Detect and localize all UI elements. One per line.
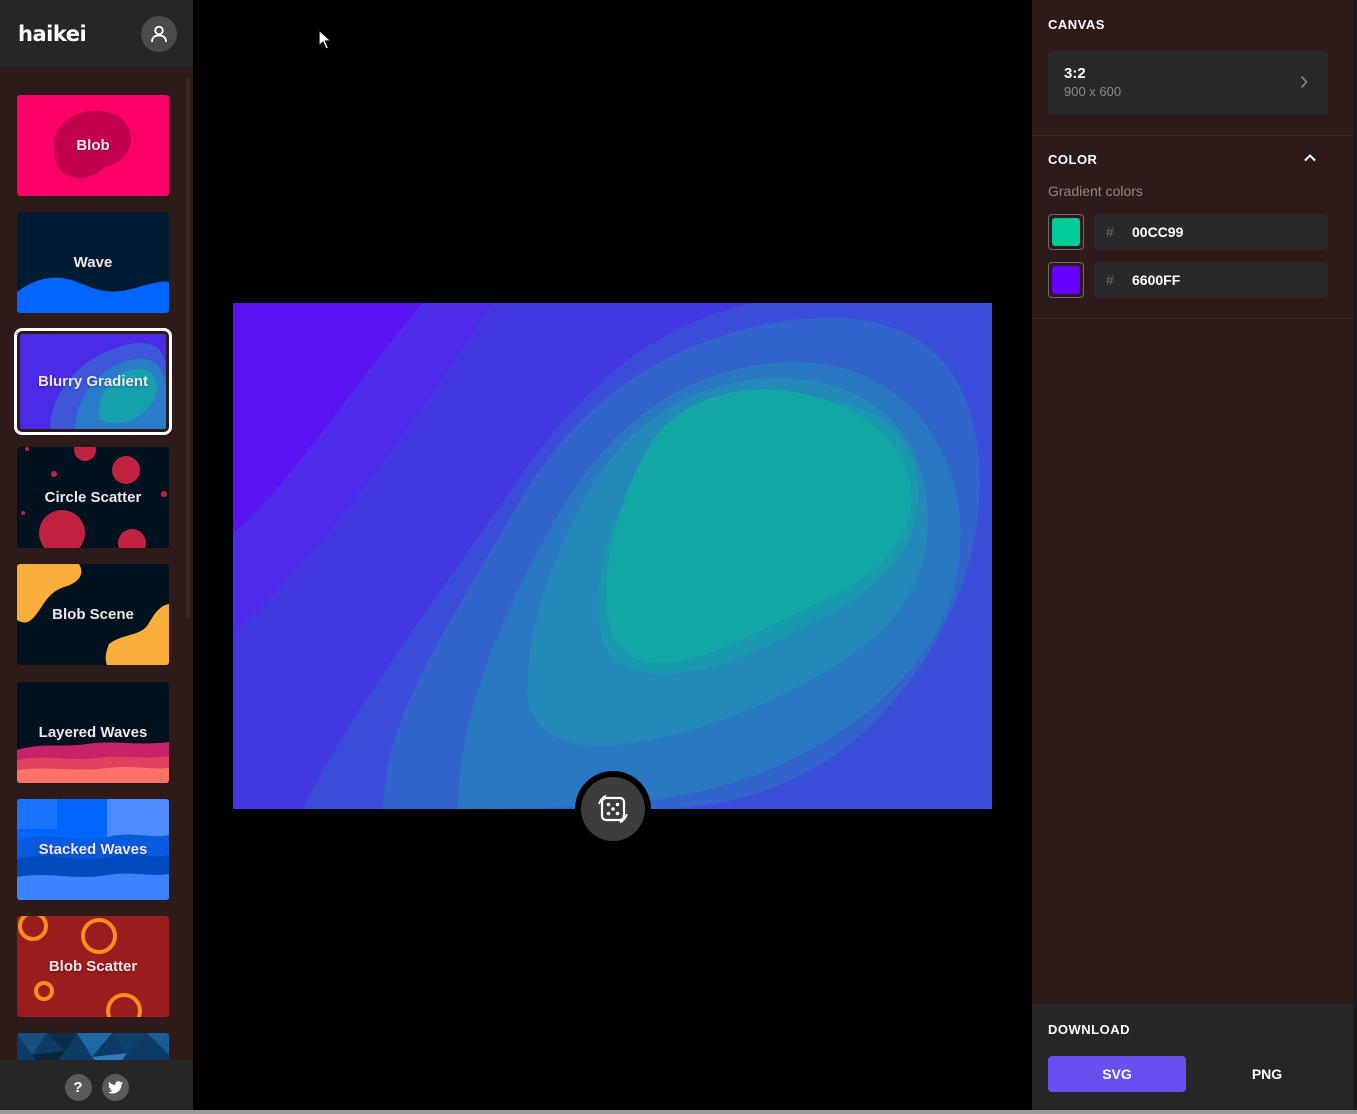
generator-card-label: Blob Scatter bbox=[48, 958, 138, 975]
sidebar-header: haikei bbox=[0, 0, 193, 67]
mouse-cursor-icon bbox=[318, 29, 332, 50]
canvas-section-title: CANVAS bbox=[1048, 17, 1105, 32]
download-section: DOWNLOAD SVG PNG bbox=[1032, 1004, 1353, 1114]
hash-icon: # bbox=[1106, 272, 1114, 288]
generator-card-label: Blurry Gradient bbox=[37, 373, 149, 390]
aspect-ratio-value: 3:2 bbox=[1064, 65, 1086, 82]
color-swatch-1 bbox=[1052, 218, 1080, 246]
generator-card-low-poly[interactable] bbox=[17, 1033, 169, 1060]
generator-card-blob-scene[interactable]: Blob Scene bbox=[17, 564, 169, 665]
canvas-size-value: 900 x 600 bbox=[1064, 84, 1122, 99]
help-button[interactable]: ? bbox=[64, 1073, 92, 1101]
aspect-ratio-button[interactable]: 3:2 900 x 600 bbox=[1048, 51, 1328, 115]
color-swatch-button[interactable] bbox=[1048, 262, 1084, 298]
download-svg-button[interactable]: SVG bbox=[1048, 1056, 1186, 1092]
sidebar-footer: ? bbox=[0, 1060, 193, 1114]
color-row-2: # 6600FF bbox=[1048, 262, 1328, 298]
color-swatch-2 bbox=[1052, 266, 1080, 294]
generator-sidebar: haikei Blob Wave Blurry Gradient Circle … bbox=[0, 0, 193, 1114]
app-logo[interactable]: haikei bbox=[18, 22, 87, 46]
gradient-colors-label: Gradient colors bbox=[1048, 183, 1143, 199]
help-icon: ? bbox=[73, 1078, 83, 1096]
chevron-up-icon[interactable] bbox=[1303, 153, 1317, 163]
hash-icon: # bbox=[1106, 224, 1114, 240]
window-edge bbox=[1353, 0, 1357, 1114]
sidebar-scrollbar[interactable] bbox=[186, 78, 190, 618]
settings-panel: CANVAS 3:2 900 x 600 COLOR Gradient colo… bbox=[1032, 0, 1357, 1114]
generator-list[interactable]: Blob Wave Blurry Gradient Circle Scatter… bbox=[0, 67, 193, 1060]
generator-card-label: Blob Scene bbox=[52, 606, 134, 623]
account-button[interactable] bbox=[141, 15, 177, 52]
hex-value: 6600FF bbox=[1132, 272, 1181, 288]
generator-card-blob-scatter[interactable]: Blob Scatter bbox=[17, 916, 169, 1017]
user-icon bbox=[151, 25, 167, 42]
generator-card-stacked-waves[interactable]: Stacked Waves bbox=[17, 799, 169, 900]
hex-input-2[interactable]: # 6600FF bbox=[1094, 262, 1328, 298]
generator-card-layered-waves[interactable]: Layered Waves bbox=[17, 682, 169, 783]
twitter-button[interactable] bbox=[101, 1073, 129, 1101]
generator-card-label: Layered Waves bbox=[38, 724, 148, 741]
generator-card-label: Circle Scatter bbox=[44, 489, 142, 506]
generator-card-label: Stacked Waves bbox=[38, 841, 148, 858]
low-poly-thumbnail bbox=[17, 1033, 169, 1060]
canvas-stage bbox=[193, 0, 1032, 1114]
hex-input-1[interactable]: # 00CC99 bbox=[1094, 214, 1328, 250]
blurry-gradient-artwork bbox=[233, 303, 992, 809]
twitter-icon bbox=[107, 1080, 123, 1093]
download-section-title: DOWNLOAD bbox=[1048, 1022, 1130, 1037]
generator-card-wave[interactable]: Wave bbox=[17, 212, 169, 313]
hex-value: 00CC99 bbox=[1132, 224, 1184, 240]
dice-icon bbox=[598, 794, 628, 824]
generator-card-blurry-gradient[interactable]: Blurry Gradient bbox=[14, 328, 172, 435]
generator-card-blob[interactable]: Blob bbox=[17, 95, 169, 196]
color-swatch-button[interactable] bbox=[1048, 214, 1084, 250]
randomize-button-inner bbox=[581, 777, 645, 841]
horizontal-scrollbar[interactable] bbox=[0, 1110, 1357, 1114]
color-row-1: # 00CC99 bbox=[1048, 214, 1328, 250]
generator-card-circle-scatter[interactable]: Circle Scatter bbox=[17, 447, 169, 548]
canvas-section: CANVAS 3:2 900 x 600 bbox=[1032, 0, 1353, 136]
color-section-title: COLOR bbox=[1048, 152, 1098, 167]
download-png-button[interactable]: PNG bbox=[1198, 1056, 1336, 1092]
randomize-button[interactable] bbox=[575, 771, 651, 847]
color-section: COLOR Gradient colors # 00CC99 # 6600FF bbox=[1032, 136, 1353, 319]
chevron-right-icon bbox=[1300, 75, 1308, 89]
generator-card-label: Blob bbox=[76, 137, 110, 154]
generator-card-label: Wave bbox=[73, 254, 113, 271]
